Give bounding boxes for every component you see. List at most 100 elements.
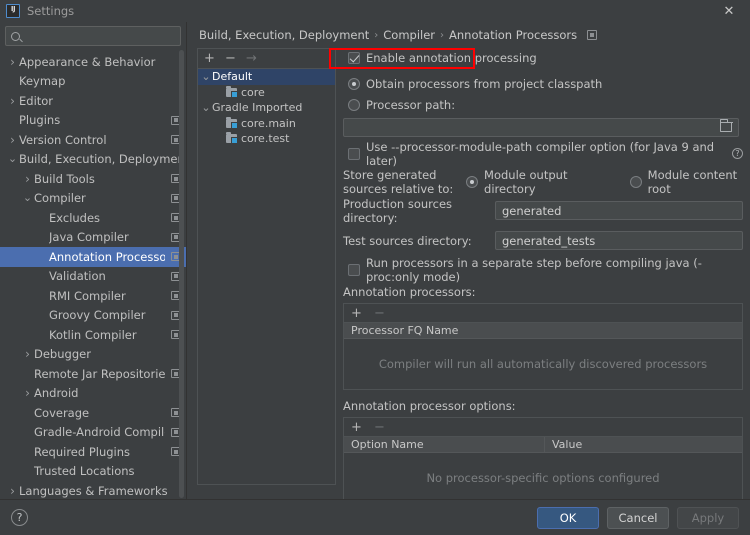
- obtain-from-classpath-radio[interactable]: [348, 77, 360, 90]
- sidebar-item-coverage[interactable]: Coverage: [0, 403, 186, 423]
- chevron-down-icon[interactable]: ⌄: [200, 102, 212, 113]
- obtain-from-classpath-row[interactable]: Obtain processors from project classpath: [343, 73, 743, 94]
- sidebar-item-android[interactable]: › Android: [0, 384, 186, 404]
- sidebar-item-excludes[interactable]: Excludes: [0, 208, 186, 228]
- sidebar-item-remote-jar-repositories[interactable]: Remote Jar Repositories: [0, 364, 186, 384]
- search-input[interactable]: [24, 29, 175, 43]
- add-processor-button[interactable]: +: [351, 307, 362, 320]
- search-icon: [11, 31, 20, 41]
- sidebar-item-required-plugins[interactable]: Required Plugins: [0, 442, 186, 462]
- breadcrumb-part[interactable]: Compiler: [383, 28, 435, 42]
- add-option-button[interactable]: +: [351, 421, 362, 434]
- add-module-button[interactable]: +: [204, 52, 215, 65]
- help-icon[interactable]: ?: [732, 148, 743, 159]
- dialog-footer: ? OK Cancel Apply: [0, 499, 750, 535]
- help-button[interactable]: ?: [11, 509, 28, 526]
- chevron-right-icon[interactable]: ›: [6, 95, 19, 107]
- chevron-down-icon[interactable]: ⌄: [200, 71, 212, 82]
- enable-annotation-processing-row[interactable]: Enable annotation processing: [343, 48, 743, 67]
- sidebar-item-label: Remote Jar Repositories: [34, 366, 165, 381]
- module-row[interactable]: ⌄ Gradle Imported: [198, 100, 335, 116]
- remove-option-button[interactable]: −: [374, 421, 385, 434]
- chevron-down-icon[interactable]: ⌄: [21, 192, 34, 203]
- module-row[interactable]: core: [198, 85, 335, 101]
- sidebar-item-label: Validation: [49, 269, 106, 284]
- settings-badge-icon[interactable]: [587, 30, 598, 40]
- sidebar-item-debugger[interactable]: › Debugger: [0, 345, 186, 365]
- enable-annotation-processing-checkbox[interactable]: [348, 51, 360, 64]
- sidebar-item-languages-frameworks[interactable]: › Languages & Frameworks: [0, 481, 186, 499]
- module-content-root-radio[interactable]: [629, 175, 642, 188]
- proc-only-mode-row[interactable]: Run processors in a separate step before…: [343, 256, 743, 284]
- chevron-right-icon[interactable]: ›: [21, 173, 34, 185]
- chevron-right-icon[interactable]: ›: [6, 56, 19, 68]
- main-panel: Build, Execution, Deployment › Compiler › An…: [186, 22, 750, 504]
- sidebar-item-groovy-compiler[interactable]: Groovy Compiler: [0, 306, 186, 326]
- annotation-processor-options-body[interactable]: No processor-specific options configured: [344, 453, 742, 503]
- sidebar-item-java-compiler[interactable]: Java Compiler: [0, 228, 186, 248]
- module-list: ⌄ Default core ⌄ Gradle Imported core.main cor…: [198, 68, 335, 147]
- annotation-processors-body[interactable]: Compiler will run all automatically disc…: [344, 339, 742, 389]
- processor-module-path-checkbox[interactable]: [348, 147, 360, 160]
- apply-button[interactable]: Apply: [677, 506, 739, 529]
- breadcrumb-part[interactable]: Build, Execution, Deployment: [199, 28, 369, 42]
- chevron-right-icon[interactable]: ›: [6, 134, 19, 146]
- sidebar-item-label: Kotlin Compiler: [49, 327, 137, 342]
- module-row-label: core: [241, 85, 265, 99]
- column-processor-fq-name: Processor FQ Name: [351, 324, 459, 337]
- proc-only-mode-checkbox[interactable]: [348, 263, 360, 276]
- sidebar-item-label: Languages & Frameworks: [19, 483, 168, 498]
- sidebar-item-compiler[interactable]: ⌄ Compiler: [0, 189, 186, 209]
- sidebar-item-label: Version Control: [19, 132, 107, 147]
- sidebar-item-build-execution-deployment[interactable]: ⌄ Build, Execution, Deployment: [0, 150, 186, 170]
- sidebar-item-annotation-processors[interactable]: Annotation Processors: [0, 247, 186, 267]
- sidebar-item-trusted-locations[interactable]: Trusted Locations: [0, 462, 186, 482]
- processor-path-label: Processor path:: [366, 97, 456, 112]
- module-row[interactable]: core.test: [198, 131, 335, 147]
- sidebar-item-rmi-compiler[interactable]: RMI Compiler: [0, 286, 186, 306]
- folder-icon[interactable]: [719, 119, 733, 132]
- annotation-processor-options-empty-message: No processor-specific options configured: [426, 471, 660, 485]
- processor-path-row[interactable]: Processor path:: [343, 94, 743, 115]
- breadcrumb-part[interactable]: Annotation Processors: [449, 28, 577, 42]
- close-icon[interactable]: ✕: [708, 0, 750, 22]
- ok-button[interactable]: OK: [537, 506, 599, 529]
- sidebar-item-kotlin-compiler[interactable]: Kotlin Compiler: [0, 325, 186, 345]
- chevron-right-icon[interactable]: ›: [21, 387, 34, 399]
- sidebar-item-editor[interactable]: › Editor: [0, 91, 186, 111]
- production-sources-directory-row: Production sources directory: generated: [343, 197, 743, 225]
- test-sources-directory-input[interactable]: generated_tests: [495, 231, 743, 250]
- chevron-right-icon[interactable]: ›: [21, 348, 34, 360]
- search-box[interactable]: [5, 26, 181, 46]
- sidebar-item-label: Compiler: [34, 191, 86, 206]
- cancel-button[interactable]: Cancel: [607, 506, 669, 529]
- chevron-down-icon[interactable]: ⌄: [6, 153, 19, 164]
- remove-processor-button[interactable]: −: [374, 307, 385, 320]
- move-module-button[interactable]: →: [246, 52, 257, 65]
- sidebar-item-label: Trusted Locations: [34, 464, 135, 479]
- sidebar-scrollbar[interactable]: [179, 50, 184, 498]
- chevron-right-icon[interactable]: ›: [6, 485, 19, 497]
- sidebar-item-keymap[interactable]: Keymap: [0, 72, 186, 92]
- sidebar-item-build-tools[interactable]: › Build Tools: [0, 169, 186, 189]
- processor-path-field[interactable]: [343, 118, 739, 137]
- processor-module-path-row[interactable]: Use --processor-module-path compiler opt…: [343, 140, 743, 168]
- annotation-processors-empty-message: Compiler will run all automatically disc…: [378, 357, 708, 371]
- module-output-directory-radio[interactable]: [466, 175, 479, 188]
- sidebar-item-gradle-android-compiler[interactable]: Gradle-Android Compiler: [0, 423, 186, 443]
- processor-path-radio[interactable]: [348, 98, 360, 111]
- annotation-processors-options: Enable annotation processing Obtain proc…: [343, 48, 743, 504]
- module-row[interactable]: core.main: [198, 116, 335, 132]
- remove-module-button[interactable]: −: [225, 52, 236, 65]
- module-folder-icon: [226, 116, 238, 129]
- intellij-idea-logo-icon: [6, 3, 20, 18]
- production-sources-directory-input[interactable]: generated: [495, 201, 743, 220]
- sidebar-item-label: Keymap: [19, 74, 66, 89]
- sidebar-item-validation[interactable]: Validation: [0, 267, 186, 287]
- sidebar-item-plugins[interactable]: Plugins: [0, 111, 186, 131]
- sidebar-item-version-control[interactable]: › Version Control: [0, 130, 186, 150]
- proc-only-mode-label: Run processors in a separate step before…: [366, 255, 702, 284]
- sidebar-item-label: Android: [34, 386, 79, 401]
- module-row[interactable]: ⌄ Default: [198, 69, 335, 85]
- sidebar-item-appearance-behavior[interactable]: › Appearance & Behavior: [0, 52, 186, 72]
